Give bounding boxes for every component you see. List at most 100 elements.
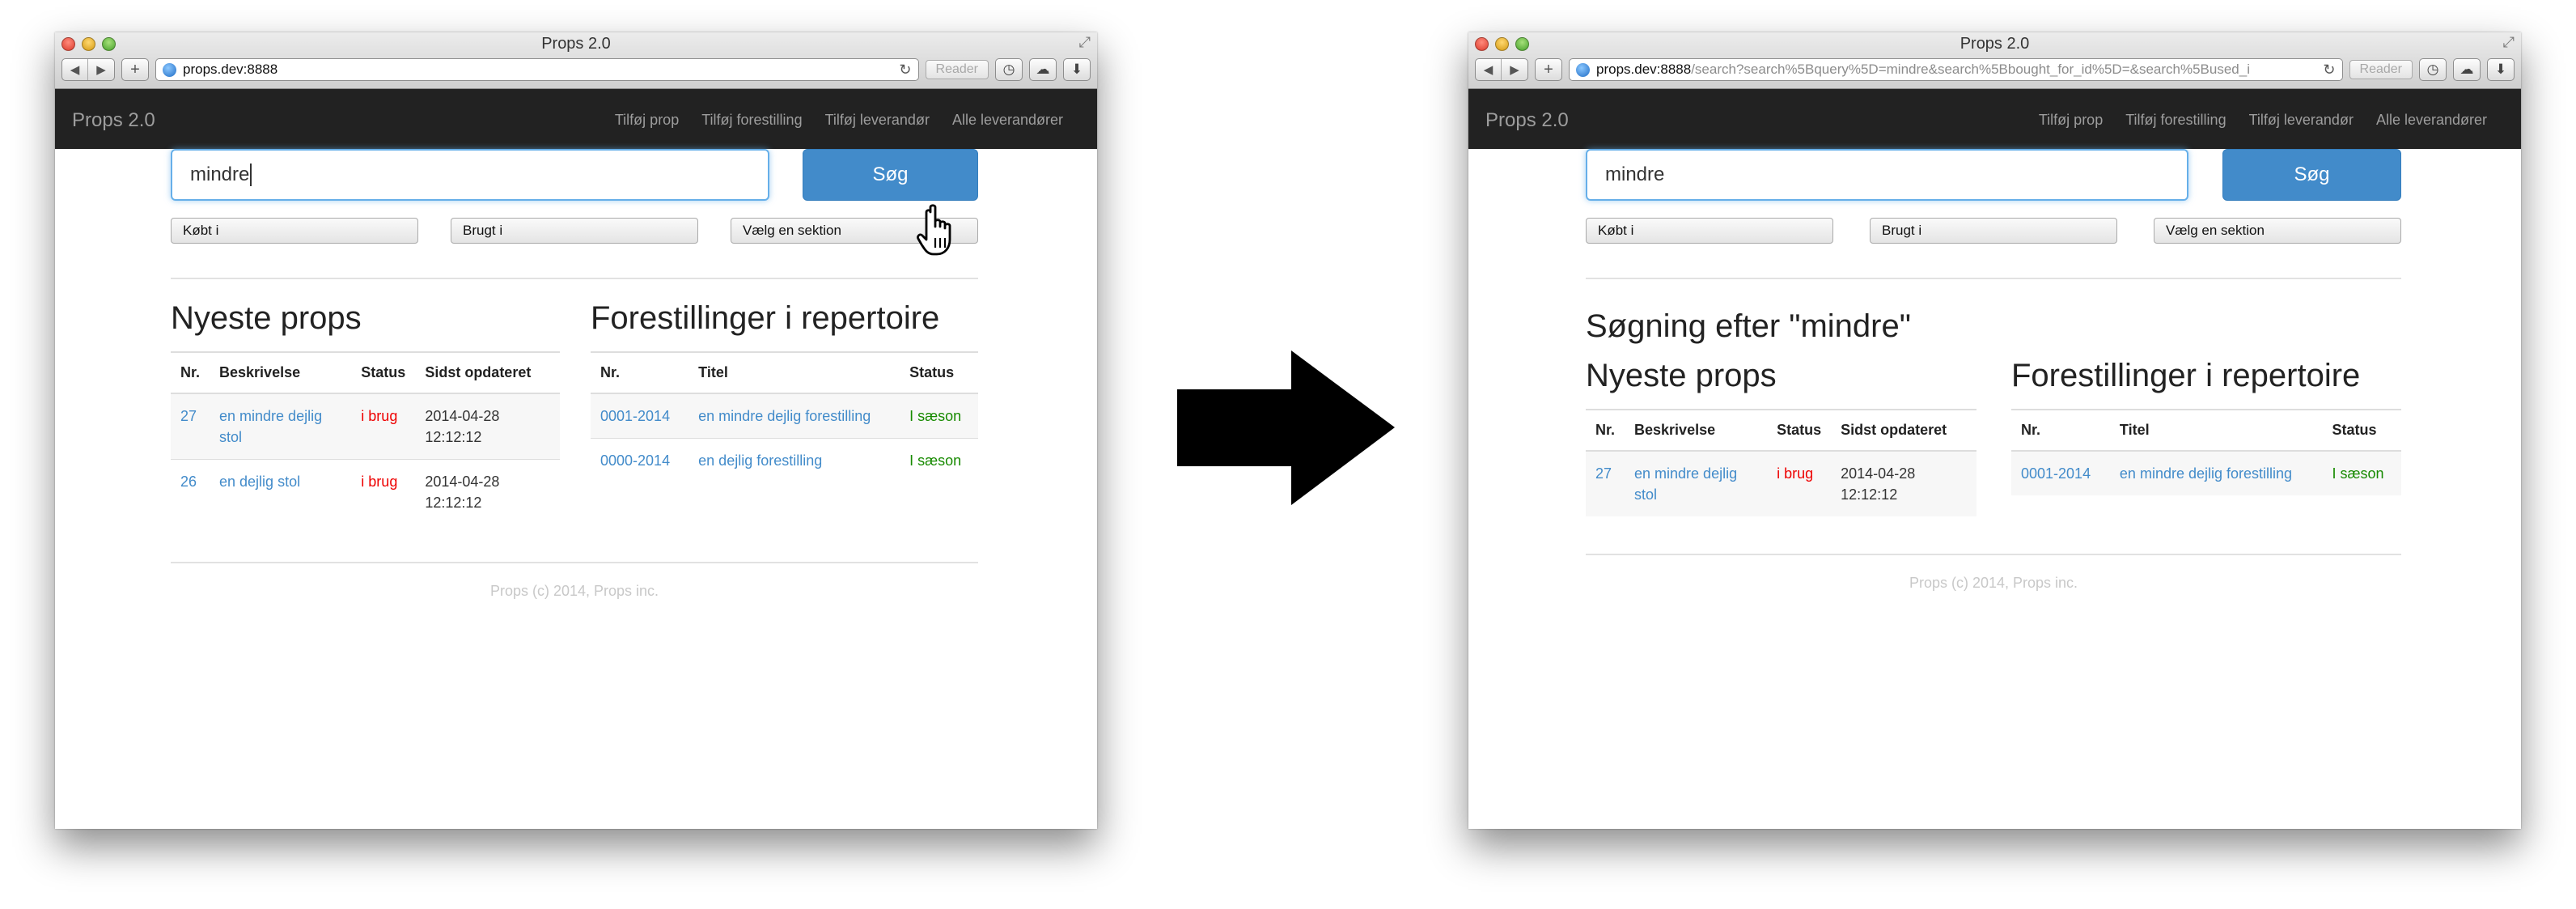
page-container: mindre Søg Købt i Brugt i Vælg en sektio… xyxy=(171,149,978,600)
browser-chrome: Props 2.0 ⤢ ◀ ▶ + props.dev:8888 /search… xyxy=(1468,32,2521,89)
props-table: Nr. Beskrivelse Status Sidst opdateret 2… xyxy=(171,351,560,525)
reload-icon[interactable]: ↻ xyxy=(899,62,911,79)
divider xyxy=(171,562,978,564)
table-row: 26 en dejlig stol i brug 2014-04-28 12:1… xyxy=(171,459,560,525)
search-input[interactable]: mindre xyxy=(1586,149,2188,201)
nav-links: Tilføj prop Tilføj forestilling Tilføj l… xyxy=(592,112,1063,129)
address-bar[interactable]: props.dev:8888 ↻ xyxy=(155,58,919,81)
show-number-link[interactable]: 0000-2014 xyxy=(591,438,689,483)
prop-description-link[interactable]: en mindre dejlig stol xyxy=(210,393,352,460)
history-icon[interactable]: ◷ xyxy=(995,58,1023,81)
brand-link[interactable]: Props 2.0 xyxy=(1485,109,1569,132)
search-input-value: mindre xyxy=(1605,164,1665,185)
show-status: I sæson xyxy=(2322,451,2401,496)
search-button[interactable]: Søg xyxy=(803,149,978,201)
section-select[interactable]: Vælg en sektion xyxy=(2154,218,2401,244)
transition-arrow-icon xyxy=(1177,350,1395,505)
nav-add-show[interactable]: Tilføj forestilling xyxy=(2125,112,2226,129)
nav-add-show[interactable]: Tilføj forestilling xyxy=(701,112,802,129)
prop-description-link[interactable]: en dejlig stol xyxy=(210,459,352,525)
back-arrow-icon[interactable]: ◀ xyxy=(62,59,88,80)
page-footer: Props (c) 2014, Props inc. xyxy=(1909,575,2078,592)
props-heading: Nyeste props xyxy=(171,300,362,336)
prop-number-link[interactable]: 27 xyxy=(171,393,210,460)
nav-all-suppliers[interactable]: Alle leverandører xyxy=(2376,112,2487,129)
nav-add-supplier[interactable]: Tilføj leverandør xyxy=(2249,112,2354,129)
icloud-icon[interactable]: ☁ xyxy=(1029,58,1057,81)
used-in-select[interactable]: Brugt i xyxy=(1870,218,2117,244)
column-header: Titel xyxy=(2109,409,2323,452)
browser-window-before: Props 2.0 ⤢ ◀ ▶ + props.dev:8888 ↻ Reade… xyxy=(55,32,1097,829)
show-title-link[interactable]: en mindre dejlig forestilling xyxy=(688,393,900,439)
forward-arrow-icon[interactable]: ▶ xyxy=(88,59,114,80)
bought-in-select[interactable]: Købt i xyxy=(171,218,418,244)
history-nav-group: ◀ ▶ xyxy=(1475,58,1528,81)
show-title-link[interactable]: en dejlig forestilling xyxy=(688,438,900,483)
search-input[interactable]: mindre xyxy=(171,149,769,201)
show-number-link[interactable]: 0001-2014 xyxy=(2011,451,2110,496)
add-tab-icon[interactable]: + xyxy=(1535,58,1562,81)
search-form: mindre Søg xyxy=(1586,149,2401,201)
window-title: Props 2.0 xyxy=(541,35,611,53)
resize-icon[interactable]: ⤢ xyxy=(1079,34,1091,51)
shows-column: Forestillinger i repertoire Nr. Titel St… xyxy=(2011,358,2401,516)
show-title-link[interactable]: en mindre dejlig forestilling xyxy=(2109,451,2323,496)
add-tab-icon[interactable]: + xyxy=(121,58,149,81)
column-header: Beskrivelse xyxy=(210,351,352,394)
reader-button[interactable]: Reader xyxy=(2349,60,2413,79)
column-header: Nr. xyxy=(2011,409,2110,452)
nav-all-suppliers[interactable]: Alle leverandører xyxy=(952,112,1063,129)
prop-number-link[interactable]: 27 xyxy=(1586,451,1625,517)
column-header: Titel xyxy=(688,351,900,394)
download-icon[interactable]: ⬇ xyxy=(1063,58,1091,81)
bought-in-select[interactable]: Købt i xyxy=(1586,218,1833,244)
prop-updated: 2014-04-28 12:12:12 xyxy=(415,393,560,460)
prop-number-link[interactable]: 26 xyxy=(171,459,210,525)
forward-arrow-icon[interactable]: ▶ xyxy=(1502,59,1527,80)
shows-table: Nr. Titel Status 0001-2014 en mindre dej… xyxy=(591,351,978,483)
shows-heading: Forestillinger i repertoire xyxy=(2011,358,2361,393)
shows-table: Nr. Titel Status 0001-2014 en mindre dej… xyxy=(2011,409,2401,496)
icloud-icon[interactable]: ☁ xyxy=(2453,58,2481,81)
address-bar[interactable]: props.dev:8888 /search?search%5Bquery%5D… xyxy=(1569,58,2343,81)
text-caret xyxy=(250,164,252,186)
browser-toolbar: ◀ ▶ + props.dev:8888 ↻ Reader ◷ ☁ ⬇ xyxy=(61,57,1091,83)
divider xyxy=(1586,554,2401,556)
content-columns: Nyeste props Nr. Beskrivelse Status Sids… xyxy=(1586,358,2401,517)
shows-heading: Forestillinger i repertoire xyxy=(591,300,940,336)
nav-add-prop[interactable]: Tilføj prop xyxy=(615,112,679,129)
nav-add-prop[interactable]: Tilføj prop xyxy=(2039,112,2103,129)
window-title: Props 2.0 xyxy=(1960,35,2030,53)
shows-column: Forestillinger i repertoire Nr. Titel St… xyxy=(591,300,978,525)
reader-button[interactable]: Reader xyxy=(925,60,989,79)
page-container: mindre Søg Købt i Brugt i Vælg en sektio… xyxy=(1586,149,2401,592)
url-host: props.dev:8888 xyxy=(183,62,278,77)
search-button[interactable]: Søg xyxy=(2222,149,2401,201)
browser-toolbar: ◀ ▶ + props.dev:8888 /search?search%5Bqu… xyxy=(1475,57,2515,83)
show-number-link[interactable]: 0001-2014 xyxy=(591,393,689,439)
app-navbar: Props 2.0 Tilføj prop Tilføj forestillin… xyxy=(55,89,1097,149)
divider xyxy=(171,278,978,279)
download-icon[interactable]: ⬇ xyxy=(2487,58,2515,81)
history-icon[interactable]: ◷ xyxy=(2419,58,2447,81)
back-arrow-icon[interactable]: ◀ xyxy=(1476,59,1502,80)
table-header-row: Nr. Titel Status xyxy=(2011,409,2401,452)
divider xyxy=(1586,278,2401,279)
nav-add-supplier[interactable]: Tilføj leverandør xyxy=(825,112,930,129)
globe-icon xyxy=(163,62,176,77)
search-input-value: mindre xyxy=(190,164,250,185)
prop-updated: 2014-04-28 12:12:12 xyxy=(415,459,560,525)
prop-description-link[interactable]: en mindre dejlig stol xyxy=(1625,451,1768,517)
browser-window-after: Props 2.0 ⤢ ◀ ▶ + props.dev:8888 /search… xyxy=(1468,32,2521,829)
used-in-select[interactable]: Brugt i xyxy=(451,218,698,244)
filter-row: Købt i Brugt i Vælg en sektion xyxy=(1586,218,2401,244)
brand-link[interactable]: Props 2.0 xyxy=(72,109,155,132)
prop-updated: 2014-04-28 12:12:12 xyxy=(1831,451,1976,517)
reload-icon[interactable]: ↻ xyxy=(2323,62,2335,79)
table-row: 27 en mindre dejlig stol i brug 2014-04-… xyxy=(1586,451,1976,517)
props-column: Nyeste props Nr. Beskrivelse Status Sids… xyxy=(1586,358,1976,517)
column-header: Sidst opdateret xyxy=(415,351,560,394)
column-header: Status xyxy=(900,351,978,394)
column-header: Nr. xyxy=(1586,409,1625,452)
resize-icon[interactable]: ⤢ xyxy=(2503,34,2515,51)
